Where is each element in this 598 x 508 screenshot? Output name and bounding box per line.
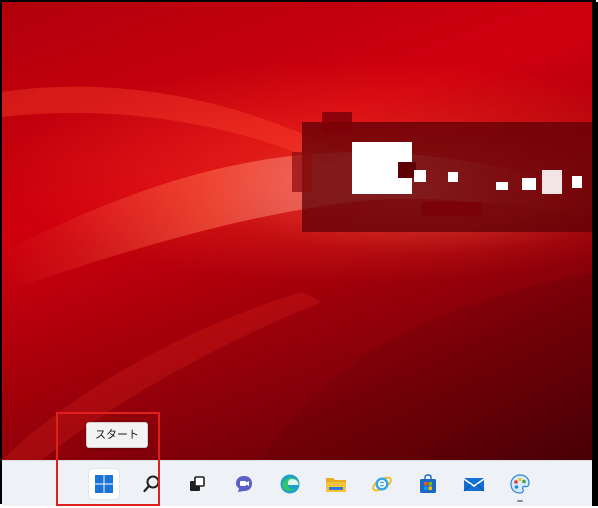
internet-explorer-icon: [372, 476, 392, 492]
edge-button[interactable]: [275, 469, 305, 499]
store-button[interactable]: [413, 469, 443, 499]
store-icon: [420, 474, 436, 493]
search-button[interactable]: [137, 469, 167, 499]
desktop-wallpaper: [2, 2, 598, 460]
file-explorer-icon: [326, 478, 346, 492]
pixelated-region: [292, 112, 598, 232]
search-icon: [143, 475, 160, 493]
paint-button[interactable]: [505, 469, 535, 502]
chat-icon: [236, 476, 252, 492]
internet-explorer-button[interactable]: [367, 469, 397, 499]
chat-button[interactable]: [229, 469, 259, 499]
frame-right-border: [592, 2, 598, 506]
start-tooltip: スタート: [86, 422, 148, 448]
mail-icon: [463, 478, 485, 492]
paint-icon: [510, 474, 530, 494]
running-indicator: [517, 500, 523, 502]
start-icon: [95, 475, 113, 493]
start-button[interactable]: [89, 469, 119, 499]
file-explorer-button[interactable]: [321, 469, 351, 499]
desktop-screen: スタート: [2, 2, 598, 506]
wallpaper-art: [2, 86, 598, 460]
task-view-icon: [190, 476, 205, 491]
edge-icon: [280, 474, 300, 494]
screenshot-frame: スタート: [0, 0, 598, 508]
taskbar: [2, 460, 598, 506]
task-view-button[interactable]: [182, 469, 212, 499]
mail-button[interactable]: [459, 469, 489, 499]
